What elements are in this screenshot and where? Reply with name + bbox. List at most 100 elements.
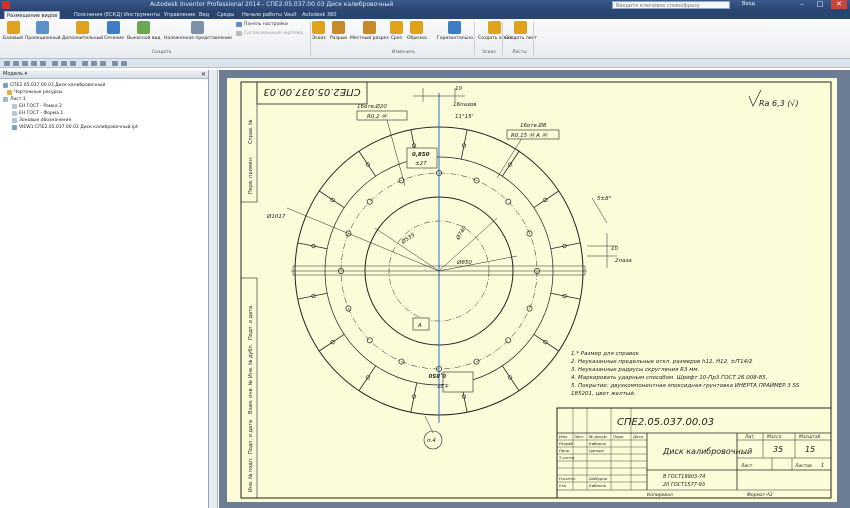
- return-icon[interactable]: [112, 61, 118, 66]
- group-separator: [474, 22, 475, 56]
- breakout-button[interactable]: Местный разрез: [350, 21, 389, 41]
- sheet-frame: [240, 81, 832, 499]
- redo-icon[interactable]: [40, 61, 46, 66]
- close-button[interactable]: ✕: [831, 0, 847, 9]
- detail-view-button[interactable]: Выносной вид: [127, 21, 161, 41]
- slice-button[interactable]: Срез: [390, 21, 403, 41]
- sketch-button[interactable]: Эскиз: [312, 21, 326, 41]
- sheet-icon: [3, 97, 8, 102]
- svg-text:Кибиков: Кибиков: [589, 441, 607, 446]
- title-bar: Autodesk Inventor Professional 2014 - СП…: [0, 0, 850, 10]
- maximize-button[interactable]: □: [812, 0, 828, 9]
- section-view-button[interactable]: Сечение: [104, 21, 124, 41]
- tab-get-started[interactable]: Начало работы: [240, 11, 284, 19]
- tab-autodesk-360[interactable]: Autodesk 360: [300, 11, 339, 19]
- drawing-svg: Перв. примен. Справ. № Подп. и дата Инв.…: [240, 81, 832, 499]
- create-sketch-icon: [488, 21, 502, 34]
- pitch-label: 16пазов: [453, 102, 477, 108]
- tree-item-document[interactable]: СПЕ2.05.037.00.03 Диск калибровочный: [3, 83, 105, 88]
- group-separator: [310, 22, 311, 56]
- new-sheet-button[interactable]: Создать лист: [505, 21, 537, 41]
- crop-icon: [410, 21, 424, 34]
- select-icon[interactable]: [52, 61, 58, 66]
- zones-icon: [12, 118, 17, 123]
- svg-text:2. Неуказанные предельные откл: 2. Неуказанные предельные откл. размеров…: [571, 359, 753, 365]
- sheets-value: 1: [821, 463, 824, 469]
- sign-in-link[interactable]: Вход: [742, 1, 755, 7]
- save-icon[interactable]: [22, 61, 28, 66]
- tab-tools[interactable]: Инструменты: [122, 11, 162, 19]
- settings-panel-button[interactable]: Панель настройки: [236, 22, 288, 27]
- measure-icon[interactable]: [82, 61, 88, 66]
- svg-text:Изм.: Изм.: [559, 434, 568, 439]
- group-modify-label: Изменить: [392, 50, 416, 55]
- tab-environments[interactable]: Среды: [215, 11, 236, 19]
- svg-text:Подп.: Подп.: [613, 434, 625, 439]
- tree-item-resources[interactable]: Чертежные ресурсы: [7, 90, 63, 95]
- crop-button[interactable]: Обрезка: [407, 21, 427, 41]
- break-button[interactable]: Разрыв: [330, 21, 347, 41]
- appearance-icon[interactable]: [61, 61, 67, 66]
- tab-vault[interactable]: Vault: [282, 11, 299, 19]
- align-horizontal-button[interactable]: Горизонтально: [437, 21, 473, 41]
- quick-access-toolbar: [0, 59, 850, 68]
- model-browser: Модель ▾ ✕ СПЕ2.05.037.00.03 Диск калибро…: [0, 70, 209, 508]
- holes-top-tol: R0,2 Ⓜ: [367, 113, 388, 120]
- minimize-button[interactable]: –: [794, 0, 810, 9]
- overlay-view-button[interactable]: Наложенное представление: [164, 21, 232, 41]
- tree-item-border[interactable]: ЕН ГОСТ - Рамка 2: [12, 104, 62, 109]
- drawing-approval-button[interactable]: Согласованный чертежа: [236, 31, 303, 36]
- breakout-icon: [362, 21, 376, 34]
- svg-text:№ докум.: № докум.: [588, 434, 608, 439]
- zoom-icon[interactable]: [91, 61, 97, 66]
- ribbon-panel: Базовый Проекционный Дополнительный Сече…: [0, 19, 850, 59]
- side-label: Подп. и дата: [248, 306, 254, 340]
- dim-d850: Ø850: [456, 259, 472, 266]
- scale-label: Масштаб: [799, 434, 821, 440]
- browser-header[interactable]: Модель ▾ ✕: [0, 70, 208, 79]
- undo-icon[interactable]: [31, 61, 37, 66]
- help-search-input[interactable]: Введите ключевое слово/фразу: [612, 1, 730, 9]
- settings-panel-icon: [236, 22, 242, 27]
- new-sheet-icon: [514, 21, 528, 34]
- auxiliary-view-button[interactable]: Дополнительный: [62, 21, 103, 41]
- base-view-button[interactable]: Базовый: [3, 21, 23, 41]
- tab-annotate[interactable]: Пояснения (ЕСКД): [72, 11, 124, 19]
- base-view-icon: [6, 21, 20, 34]
- tree-item-view1[interactable]: VIEW1:СПЕ2.05.037.00.03 Диск калибровочн…: [12, 125, 138, 130]
- detail-view-icon: [137, 21, 151, 34]
- material-line-1: В ГОСТ19903-74: [663, 474, 705, 480]
- tab-place-views[interactable]: Размещение видов: [4, 11, 61, 19]
- lit-label: Лит.: [744, 434, 755, 440]
- projected-view-button[interactable]: Проекционный: [25, 21, 61, 41]
- technical-notes: 1.* Размер для справок 2. Неуказанные пр…: [571, 351, 800, 397]
- thickness-top-tol: ±27: [415, 161, 427, 167]
- customize-icon[interactable]: [121, 61, 127, 66]
- holes-right-tol: R0,15 Ⓜ A Ⓜ: [511, 132, 549, 139]
- update-icon[interactable]: [70, 61, 76, 66]
- pan-icon[interactable]: [100, 61, 106, 66]
- browser-title[interactable]: Модель ▾: [3, 71, 27, 77]
- tree-item-title-block[interactable]: ЕН ГОСТ - Форма 1: [12, 111, 63, 116]
- tree-item-zones[interactable]: Зоновые обозначения: [12, 118, 71, 123]
- drawing-sheet[interactable]: Перв. примен. Справ. № Подп. и дата Инв.…: [227, 78, 837, 502]
- title-block-code: СПЕ2.05.037.00.03: [617, 417, 714, 428]
- tab-manage[interactable]: Управление: [162, 11, 197, 19]
- holes-right-label: 16отв.Ø8: [520, 122, 547, 129]
- side-label: Подп. и дата: [248, 420, 254, 454]
- svg-text:Т.контр.: Т.контр.: [559, 455, 575, 460]
- svg-text:Утв.: Утв.: [559, 483, 567, 488]
- radial-slot: [533, 334, 559, 352]
- tree-item-sheet[interactable]: Лист:1: [3, 97, 26, 102]
- tab-view[interactable]: Вид: [197, 11, 211, 19]
- border-icon: [12, 104, 17, 109]
- svg-text:185201, цвет желтый.: 185201, цвет желтый.: [571, 391, 636, 397]
- inventor-app-icon[interactable]: [2, 1, 10, 9]
- browser-splitter[interactable]: [209, 70, 218, 508]
- outer-hole: [505, 198, 512, 205]
- svg-text:Дата: Дата: [632, 434, 644, 439]
- browser-close-button[interactable]: ✕: [201, 70, 206, 79]
- open-icon[interactable]: [13, 61, 19, 66]
- svg-text:4. Маркировать ударным способо: 4. Маркировать ударным способом. Шрифт 1…: [571, 375, 768, 381]
- new-icon[interactable]: [4, 61, 10, 66]
